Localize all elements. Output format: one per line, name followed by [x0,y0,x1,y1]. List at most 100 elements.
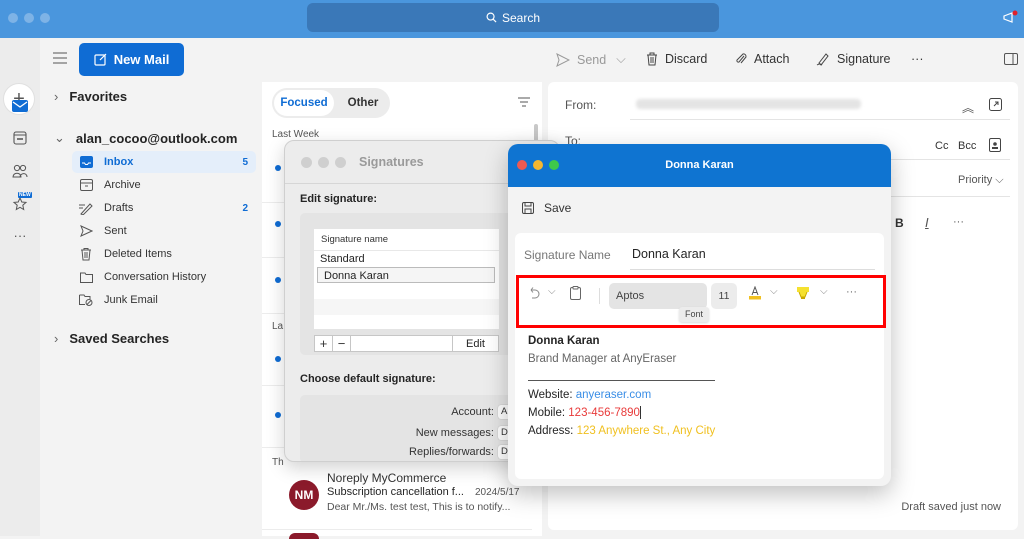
folder-conversation-history[interactable]: Conversation History [72,266,256,288]
folder-junk-email[interactable]: Junk Email [72,289,256,311]
collapse-chevron-icon[interactable]: ︽ [962,99,974,116]
from-address-redacted[interactable] [636,99,861,109]
address-book-icon[interactable] [989,138,1001,155]
app-rail: + NEW ··· [0,38,40,536]
website-line: Website: anyeraser.com [528,389,652,401]
tab-other[interactable]: Other [340,90,386,116]
account-header[interactable]: ⌄ alan_cocoo@outlook.com [54,130,237,146]
italic-button[interactable]: I [925,215,929,230]
signature-table: Signature name Standard Donna Karan [314,229,499,329]
edit-signature-button[interactable]: Edit [452,336,498,351]
field-divider [878,196,1010,197]
folder-icon [78,272,94,283]
trash-icon [647,52,657,66]
signature-content-editor[interactable]: Donna Karan Brand Manager at AnyEraser W… [528,332,715,440]
add-signature-button[interactable]: + [315,336,333,351]
attach-button[interactable]: Attach [735,52,789,66]
message-subject: Subscription cancellation f... [327,486,464,498]
empty-row [314,299,499,315]
signature-row-selected[interactable]: Donna Karan [317,267,495,283]
section-header: La [272,321,284,332]
filter-icon[interactable] [518,96,530,110]
address-value: 123 Anywhere St., Any City [576,425,716,437]
send-options-chevron-icon[interactable]: ⌵ [616,52,625,67]
favorites-header[interactable]: › Favorites [54,89,127,104]
people-icon[interactable] [11,162,29,180]
signature-role-line: Brand Manager at AnyEraser [528,353,677,365]
section-header: Th [272,457,284,468]
new-badge: NEW [18,192,32,198]
calendar-icon[interactable] [11,129,29,147]
more-icon[interactable]: ··· [11,226,29,244]
saved-searches-header[interactable]: › Saved Searches [54,331,169,346]
folder-deleted-items[interactable]: Deleted Items [72,243,256,265]
window-minimize-button[interactable] [318,157,329,168]
folder-sent[interactable]: Sent [72,220,256,242]
discard-button[interactable]: Discard [646,52,707,66]
remove-signature-button[interactable]: − [333,336,351,351]
highlight-annotation-box [516,275,886,328]
default-signature-heading: Choose default signature: [300,373,436,385]
cc-button[interactable]: Cc [935,140,948,152]
hamburger-menu-icon[interactable] [53,52,67,67]
window-zoom-button[interactable] [335,157,346,168]
window-title: Signatures [359,155,424,169]
paperclip-icon [736,53,747,64]
send-icon [556,52,570,67]
archive-icon [78,179,94,191]
title-bar: Search [0,0,1024,38]
signature-name-input[interactable]: Donna Karan [632,247,706,261]
empty-row [314,283,499,299]
announcement-icon[interactable] [1002,10,1018,29]
save-button[interactable]: Save [522,201,571,215]
editor-title: Donna Karan [665,159,734,171]
avatar: NM [289,480,319,510]
main-toolbar: New Mail Send ⌵ Discard Attach Signature… [40,38,1024,82]
chevron-right-icon: › [54,89,59,104]
window-close-button[interactable] [8,13,18,23]
tab-focused[interactable]: Focused [274,90,334,116]
editor-title-bar: Donna Karan [508,144,891,187]
pop-out-icon[interactable] [989,98,1002,114]
bcc-button[interactable]: Bcc [958,140,976,152]
field-divider [878,159,1010,160]
folder-inbox[interactable]: Inbox 5 [72,151,256,173]
draft-count: 2 [242,202,248,214]
unread-dot [275,165,281,171]
message-preview: Dear Mr./Ms. test test, This is to notif… [327,501,511,513]
folder-drafts[interactable]: Drafts 2 [72,197,256,219]
window-zoom-button[interactable] [40,13,50,23]
signature-button[interactable]: Signature [816,52,891,66]
mail-icon[interactable] [11,97,29,115]
more-format-button[interactable]: ··· [953,216,964,228]
folder-archive[interactable]: Archive [72,174,256,196]
website-link[interactable]: anyeraser.com [576,389,651,401]
window-close-button[interactable] [301,157,312,168]
drafts-icon [78,202,94,215]
signature-row-standard[interactable]: Standard [314,251,499,267]
send-button[interactable]: Send ⌵ [556,52,626,67]
inbox-tabs: Focused Other [272,88,390,118]
junk-icon [78,294,94,306]
reading-pane-toggle-icon[interactable] [1004,53,1018,68]
window-minimize-button[interactable] [24,13,34,23]
inbox-icon [78,156,94,168]
unread-count: 5 [242,156,248,168]
draft-status: Draft saved just now [901,501,1001,513]
signature-name-line: Donna Karan [528,335,600,347]
mobile-value: 123-456-7890 [568,407,640,419]
input-underline [630,269,875,270]
sent-icon [78,225,94,237]
bold-button[interactable]: B [895,216,904,230]
compose-edit-icon [94,53,107,66]
from-label: From: [565,98,597,112]
unread-dot [275,221,281,227]
more-actions-button[interactable]: ··· [911,52,924,66]
priority-dropdown[interactable]: Priority ⌵ [958,174,1004,187]
new-mail-button[interactable]: New Mail [79,43,184,76]
edit-signature-heading: Edit signature: [300,193,378,205]
mobile-line: Mobile: 123-456-7890 [528,406,641,420]
section-header-last-week: Last Week [272,129,320,140]
search-bar[interactable]: Search [307,3,719,32]
avatar [289,533,319,539]
